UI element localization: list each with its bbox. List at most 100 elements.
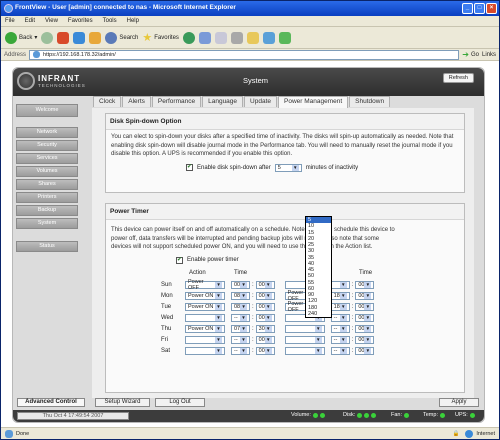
menu-file[interactable]: File: [5, 18, 15, 24]
minute-select-2[interactable]: 00 ▼: [355, 313, 375, 322]
menu-tools[interactable]: Tools: [103, 18, 117, 24]
home-icon[interactable]: [89, 31, 102, 44]
maximize-button[interactable]: □: [474, 3, 485, 14]
action-select-2[interactable]: ▼: [284, 335, 325, 344]
action-select-1[interactable]: Power ON ▼: [185, 324, 225, 333]
menu-favorites[interactable]: Favorites: [68, 18, 93, 24]
hour-select-1[interactable]: 07 ▼: [231, 324, 250, 333]
refresh-button[interactable]: Refresh: [442, 73, 474, 83]
search-button[interactable]: Search: [105, 31, 138, 44]
hour-select-2[interactable]: -- ▼: [330, 313, 350, 322]
advanced-control-button[interactable]: Advanced Control: [17, 398, 85, 407]
tab-power-management[interactable]: Power Management: [278, 96, 349, 108]
favorites-button[interactable]: ★ Favorites: [142, 31, 179, 44]
refresh-icon[interactable]: [73, 31, 86, 44]
hour-select-1[interactable]: 08 ▼: [231, 302, 250, 311]
action-select-1[interactable]: Power ON ▼: [185, 291, 225, 300]
setup-wizard-button[interactable]: Setup Wizard: [95, 398, 150, 407]
minute-select-2[interactable]: 00 ▼: [355, 302, 375, 311]
print-icon[interactable]: [230, 31, 243, 44]
time-separator: :: [252, 281, 254, 288]
hour-select-2[interactable]: 18 ▼: [330, 302, 350, 311]
time-separator: :: [252, 325, 254, 332]
tab-update[interactable]: Update: [244, 96, 277, 107]
day-label: Sun: [161, 281, 172, 288]
spindown-title: Disk Spin-down Option: [106, 114, 464, 130]
menu-view[interactable]: View: [45, 18, 58, 24]
address-bar: Address https://192.168.178.32/admin/ ➔ G…: [1, 49, 499, 61]
sidebar-item-shares[interactable]: Shares: [16, 179, 78, 190]
power-timer-checkbox[interactable]: ✔: [176, 256, 183, 264]
spindown-checkbox[interactable]: ✔: [186, 164, 193, 171]
sidebar-item-network[interactable]: Network: [16, 127, 78, 138]
page-content: INFRANT TECHNOLOGIES System Refresh Clock…: [1, 61, 499, 427]
chevron-down-icon: ▼: [240, 281, 247, 288]
tab-performance[interactable]: Performance: [151, 96, 202, 107]
stop-icon[interactable]: [57, 31, 70, 44]
hour-select-2[interactable]: ▼: [330, 280, 350, 289]
minute-select-2[interactable]: 00 ▼: [355, 324, 375, 333]
sidebar-item-welcome[interactable]: Welcome: [16, 104, 78, 117]
action-select-1[interactable]: Power OFF ▼: [185, 279, 225, 291]
sidebar-item-status[interactable]: Status: [16, 241, 78, 252]
minute-select-2[interactable]: 00 ▼: [355, 280, 375, 289]
apply-button[interactable]: Apply: [439, 398, 479, 407]
edit-icon[interactable]: [246, 31, 259, 44]
sidebar-item-system[interactable]: System: [16, 218, 78, 229]
dropdown-option[interactable]: 240: [306, 311, 331, 317]
minute-select-1[interactable]: 00 ▼: [255, 346, 275, 355]
media-icon[interactable]: [182, 31, 195, 44]
links-button[interactable]: Links: [482, 52, 496, 58]
menu-help[interactable]: Help: [127, 18, 139, 24]
minute-select-1[interactable]: 00 ▼: [255, 335, 275, 344]
back-button[interactable]: Back ▾: [5, 31, 37, 44]
action-select-1[interactable]: ▼: [185, 335, 225, 344]
hour-select-2[interactable]: -- ▼: [330, 324, 350, 333]
hour-select-2[interactable]: -- ▼: [330, 335, 350, 344]
tab-language[interactable]: Language: [202, 96, 244, 107]
history-icon[interactable]: [198, 31, 211, 44]
tab-shutdown[interactable]: Shutdown: [349, 96, 391, 107]
minute-select-2[interactable]: 00 ▼: [355, 291, 375, 300]
url-input[interactable]: https://192.168.178.32/admin/: [29, 49, 460, 60]
action-select-1[interactable]: ▼: [185, 313, 225, 322]
minute-select-1[interactable]: 00 ▼: [255, 280, 275, 289]
tab-alerts[interactable]: Alerts: [122, 96, 151, 107]
minute-select-1[interactable]: 00 ▼: [255, 291, 275, 300]
hour-select-1[interactable]: -- ▼: [231, 335, 250, 344]
action-select-1[interactable]: Power ON ▼: [185, 302, 225, 311]
hour-select-1[interactable]: -- ▼: [231, 313, 250, 322]
action-select-2[interactable]: ▼: [284, 324, 325, 333]
sidebar-item-services[interactable]: Services: [16, 153, 78, 164]
minimize-button[interactable]: _: [462, 3, 473, 14]
discuss-icon[interactable]: [262, 31, 275, 44]
chevron-down-icon: ▼: [314, 347, 322, 354]
action-select-1[interactable]: ▼: [185, 346, 225, 355]
minute-select-1[interactable]: 30 ▼: [255, 324, 275, 333]
status-text: Done: [16, 430, 30, 437]
sidebar-item-backup[interactable]: Backup: [16, 205, 78, 216]
hour-select-1[interactable]: 08 ▼: [231, 291, 250, 300]
hour-select-2[interactable]: 18 ▼: [330, 291, 350, 300]
minute-select-1[interactable]: 00 ▼: [255, 313, 275, 322]
spindown-minutes-select[interactable]: 5 ▼: [274, 163, 302, 172]
menu-edit[interactable]: Edit: [25, 18, 35, 24]
sidebar-item-printers[interactable]: Printers: [16, 192, 78, 203]
time-separator: :: [351, 325, 354, 332]
close-button[interactable]: ×: [486, 3, 497, 14]
go-button[interactable]: ➔ Go: [462, 50, 479, 59]
sidebar-item-volumes[interactable]: Volumes: [16, 166, 78, 177]
action-select-2[interactable]: ▼: [284, 346, 325, 355]
hour-select-1[interactable]: -- ▼: [231, 346, 250, 355]
messenger-icon[interactable]: [278, 31, 291, 44]
tab-clock[interactable]: Clock: [93, 96, 122, 107]
minute-select-2[interactable]: 00 ▼: [355, 346, 375, 355]
mail-icon[interactable]: [214, 31, 227, 44]
forward-arrow-icon[interactable]: [41, 31, 54, 44]
log-out-button[interactable]: Log Out: [155, 398, 205, 407]
minute-select-1[interactable]: 00 ▼: [255, 302, 275, 311]
sidebar-item-security[interactable]: Security: [16, 140, 78, 151]
hour-select-2[interactable]: -- ▼: [330, 346, 350, 355]
minute-select-2[interactable]: 00 ▼: [355, 335, 375, 344]
hour-select-1[interactable]: 00 ▼: [231, 280, 250, 289]
